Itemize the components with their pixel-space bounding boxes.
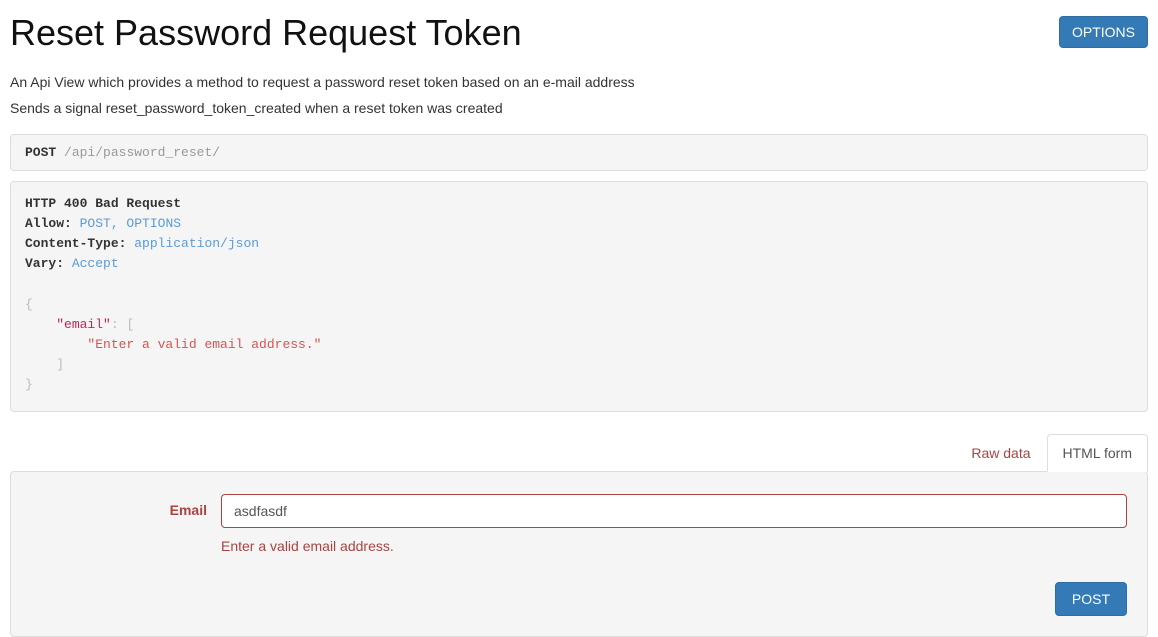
response-vary-value: Accept [72, 256, 119, 271]
response-box: HTTP 400 Bad Request Allow: POST, OPTION… [10, 181, 1148, 412]
post-button[interactable]: POST [1055, 582, 1127, 616]
page-title: Reset Password Request Token [10, 12, 522, 54]
email-field[interactable] [221, 494, 1127, 528]
tabs-row: Raw data HTML form [10, 434, 1148, 472]
json-close-brace: } [25, 377, 33, 392]
email-label: Email [31, 494, 221, 518]
options-button[interactable]: OPTIONS [1059, 16, 1148, 48]
response-content-type-value: application/json [134, 236, 259, 251]
response-allow-label: Allow: [25, 216, 72, 231]
request-method: POST [25, 145, 56, 160]
response-content-type-label: Content-Type: [25, 236, 126, 251]
json-error-string: "Enter a valid email address." [87, 337, 321, 352]
json-key-email: "email" [56, 317, 111, 332]
json-open-bracket: [ [126, 317, 134, 332]
form-panel: Email Enter a valid email address. POST [10, 471, 1148, 637]
response-status: HTTP 400 Bad Request [25, 196, 181, 211]
json-open-brace: { [25, 297, 33, 312]
request-url: /api/password_reset/ [64, 145, 220, 160]
description-line-1: An Api View which provides a method to r… [10, 74, 1148, 90]
response-vary-label: Vary: [25, 256, 64, 271]
tab-html-form[interactable]: HTML form [1047, 434, 1148, 472]
description-line-2: Sends a signal reset_password_token_crea… [10, 100, 1148, 116]
request-info: POST /api/password_reset/ [10, 134, 1148, 171]
json-close-bracket: ] [56, 357, 64, 372]
json-colon: : [111, 317, 119, 332]
tab-raw-data[interactable]: Raw data [955, 434, 1046, 472]
response-allow-value: POST, OPTIONS [80, 216, 181, 231]
email-error: Enter a valid email address. [221, 538, 1127, 554]
